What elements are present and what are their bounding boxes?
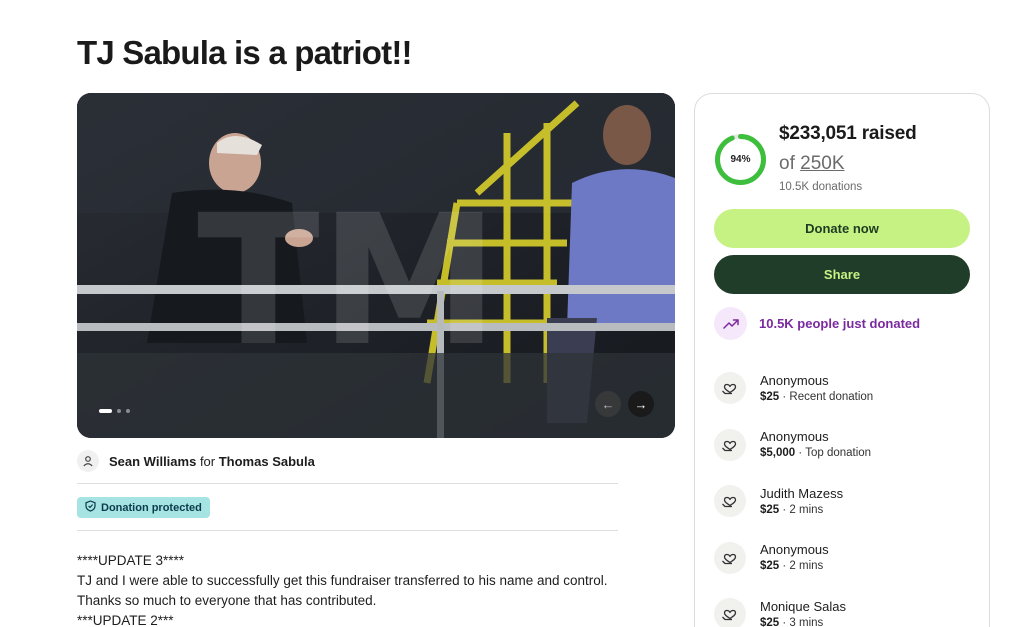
arrow-left-icon: ← (601, 396, 615, 412)
amount-raised: $233,051 raised (779, 123, 917, 144)
share-button[interactable]: Share (714, 255, 970, 294)
donation-meta: $25 · Recent donation (760, 390, 874, 403)
recent-donations-banner[interactable]: 10.5K people just donated (714, 307, 920, 340)
donation-note: 3 mins (789, 616, 824, 627)
donation-sidebar: 94% $233,051 raised of 250K 10.5K donati… (694, 93, 990, 627)
donate-now-button[interactable]: Donate now (714, 209, 970, 248)
donation-item: Anonymous $5,000 · Top donation (714, 417, 974, 474)
organizer-text: Sean Williams for Thomas Sabula (109, 454, 315, 469)
donation-item: Judith Mazess $25 · 2 mins (714, 473, 974, 530)
donation-note: 2 mins (789, 503, 824, 516)
donation-note: 2 mins (789, 560, 824, 573)
donation-protected-badge[interactable]: Donation protected (77, 497, 210, 518)
donation-amount: $25 (760, 560, 780, 573)
donation-protected-label: Donation protected (101, 501, 202, 514)
donations-count: 10.5K donations (779, 181, 863, 193)
donation-meta: $25 · 3 mins (760, 616, 824, 627)
donation-list: Anonymous $25 · Recent donation Anonymou… (714, 360, 974, 627)
donation-amount: $25 (760, 390, 780, 403)
carousel-dot-active[interactable] (99, 409, 112, 413)
svg-text:TM: TM (197, 177, 499, 386)
divider (77, 530, 618, 531)
donation-meta: $25 · 2 mins (760, 560, 824, 573)
donation-note: Recent donation (789, 390, 874, 403)
donation-meta: $25 · 2 mins (760, 503, 824, 516)
trending-up-icon (714, 307, 747, 340)
donor-name: Anonymous (760, 372, 829, 388)
donation-amount: $25 (760, 616, 780, 627)
donor-name: Anonymous (760, 542, 829, 558)
goal-prefix: of (779, 153, 795, 174)
progress-percent: 94% (730, 154, 751, 165)
donor-name: Judith Mazess (760, 485, 844, 501)
donation-meta: $5,000 · Top donation (760, 447, 872, 460)
video-still-image: TM (77, 93, 675, 438)
organizer-row: Sean Williams for Thomas Sabula (77, 450, 315, 472)
page-title: TJ Sabula is a patriot!! (77, 34, 413, 71)
goal-text: of 250K (779, 153, 845, 175)
user-icon (77, 450, 99, 472)
heart-hand-icon (714, 598, 746, 627)
donation-item: Monique Salas $25 · 3 mins (714, 586, 974, 627)
donation-item: Anonymous $25 · Recent donation (714, 360, 974, 417)
story-text: ****UPDATE 3**** TJ and I were able to s… (77, 551, 608, 627)
shield-icon (85, 500, 96, 515)
heart-hand-icon (714, 372, 746, 405)
arrow-right-icon: → (634, 396, 648, 412)
donation-amount: $5,000 (760, 447, 796, 460)
donation-amount: $25 (760, 503, 780, 516)
media-carousel[interactable]: TM ← → (77, 93, 675, 438)
donation-item: Anonymous $25 · 2 mins (714, 530, 974, 587)
story-line: ***UPDATE 2*** (77, 613, 174, 627)
organizer-connector: for (199, 453, 216, 469)
beneficiary-name[interactable]: Thomas Sabula (219, 454, 315, 469)
donor-name: Anonymous (760, 429, 829, 445)
next-slide-button[interactable]: → (628, 391, 654, 417)
divider (77, 483, 618, 484)
carousel-dot[interactable] (126, 409, 130, 413)
organizer-name[interactable]: Sean Williams (109, 454, 196, 469)
heart-hand-icon (714, 428, 746, 461)
trend-text: 10.5K people just donated (759, 316, 921, 331)
heart-hand-icon (714, 485, 746, 518)
heart-hand-icon (714, 541, 746, 574)
story-line: TJ and I were able to successfully get t… (77, 573, 608, 588)
carousel-dot[interactable] (117, 409, 121, 413)
goal-amount: 250K (800, 153, 845, 174)
previous-slide-button[interactable]: ← (595, 391, 621, 417)
carousel-dots[interactable] (99, 409, 130, 413)
story-line: ****UPDATE 3**** (77, 553, 185, 568)
story-line: Thanks so much to everyone that has cont… (77, 593, 377, 608)
donor-name: Monique Salas (760, 598, 846, 614)
donation-note: Top donation (805, 447, 872, 460)
